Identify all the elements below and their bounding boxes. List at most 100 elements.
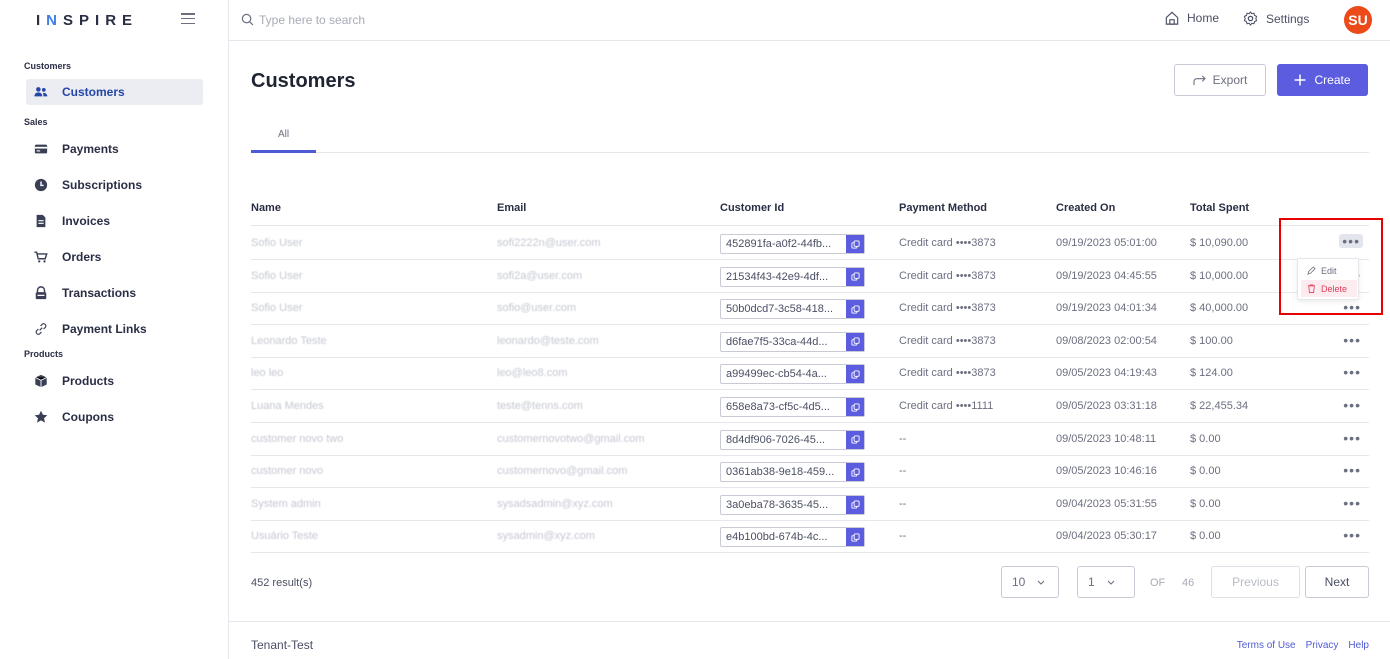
more-actions-icon[interactable]: ••• [1343,398,1361,412]
customer-id-field[interactable]: 21534f43-42e9-4df... [720,266,865,287]
column-payment-method[interactable]: Payment Method [899,202,987,214]
tab-all[interactable]: All [251,124,316,153]
footer-links: Terms of Use Privacy Help [1237,640,1369,651]
more-actions-icon[interactable]: ••• [1343,333,1361,347]
sidebar-item-label: Transactions [62,286,137,300]
hamburger-menu-icon[interactable] [181,13,195,24]
cell-payment-method: Credit card ••••3873 [899,237,996,249]
cell-total-spent: $ 0.00 [1190,530,1221,543]
table-row[interactable]: Sofio User sofi2a@user.com Credit card •••… [251,260,1369,293]
cell-payment-method: -- [899,465,907,478]
search-input[interactable] [259,10,559,30]
more-actions-icon[interactable]: ••• [1343,528,1361,542]
customer-id-field[interactable]: 3a0eba78-3635-45... [720,494,865,515]
customer-id-field[interactable]: 8d4df906-7026-45... [720,429,865,450]
next-button[interactable]: Next [1305,566,1369,598]
document-icon [36,214,46,228]
column-created-on[interactable]: Created On [1056,202,1115,214]
sidebar-item-invoices[interactable]: Invoices [26,208,203,234]
delete-menu-item[interactable]: Delete [1301,280,1357,297]
table-row[interactable]: System admin sysadsadmin@xyz.com -- 09/04/2… [251,488,1369,521]
table-row[interactable]: Sofio User sofio@user.com Credit card ••••… [251,292,1369,326]
table-row[interactable]: Sofio User sofi2222n@user.com Credit card … [251,227,1369,260]
customer-id-field[interactable]: d6fae7f5-33ca-44d... [720,331,865,352]
more-actions-icon[interactable]: ••• [1343,496,1361,510]
copy-button[interactable] [846,300,864,319]
column-total-spent[interactable]: Total Spent [1190,202,1249,214]
customer-id-field[interactable]: 658e8a73-cf5c-4d5... [720,397,865,417]
avatar[interactable]: SU [1344,6,1372,34]
cell-total-spent: $ 22,455.34 [1190,400,1249,412]
home-link[interactable]: Home [1165,11,1219,25]
copy-button[interactable] [846,332,864,351]
page-size-select[interactable]: 10 [1001,566,1059,598]
copy-icon [850,402,860,412]
cell-total-spent: $ 0.00 [1190,465,1221,478]
customer-id-field[interactable]: a99499ec-cb54-4a... [720,364,865,385]
help-link[interactable]: Help [1348,640,1369,651]
sidebar-item-orders[interactable]: Orders [26,244,203,270]
copy-button[interactable] [846,398,864,416]
copy-button[interactable] [846,528,864,547]
customer-id-value: 50b0dcd7-3c58-418... [726,303,834,316]
privacy-link[interactable]: Privacy [1306,640,1339,651]
copy-button[interactable] [846,365,864,384]
customer-id-field[interactable]: 50b0dcd7-3c58-418... [720,299,865,320]
page-number-select[interactable]: 1 [1077,566,1135,598]
copy-button[interactable] [846,267,864,286]
customer-id-value: d6fae7f5-33ca-44d... [726,335,828,348]
table-row[interactable]: Usuário Teste sysadmin@xyz.com -- 09/04/202… [251,520,1369,554]
clock-icon [34,178,48,192]
cell-name: Sofio User [251,302,303,315]
customer-id-value: 452891fa-a0f2-44fb... [726,238,832,250]
delete-label: Delete [1321,283,1348,294]
table-row[interactable]: Luana Mendes teste@tenns.com Credit card •… [251,390,1369,423]
customer-id-field[interactable]: 0361ab38-9e18-459... [720,462,865,483]
column-email[interactable]: Email [497,202,526,214]
column-name[interactable]: Name [251,202,281,214]
cell-name: System admin [251,497,321,510]
customer-id-value: a99499ec-cb54-4a... [726,368,827,381]
sidebar-item-subscriptions[interactable]: Subscriptions [26,172,203,198]
table-row[interactable]: Leonardo Teste leonardo@teste.com Credit c… [251,325,1369,358]
sidebar-item-transactions[interactable]: Transactions [26,280,203,306]
copy-button[interactable] [846,430,864,449]
settings-link[interactable]: Settings [1243,11,1309,26]
table-row[interactable]: leo leo leo@leo8.com Credit card ••••3873 0… [251,357,1369,391]
cell-email: sofi2a@user.com [497,269,583,282]
sidebar-item-customers[interactable]: Customers [26,79,203,105]
more-actions-icon[interactable]: ••• [1343,463,1361,477]
previous-button[interactable]: Previous [1211,566,1300,598]
customer-id-field[interactable]: e4b100bd-674b-4c... [720,527,865,548]
topbar: Home Settings SU [229,0,1390,41]
cell-name: customer novo two [251,432,344,445]
star-icon [34,410,48,423]
terms-link[interactable]: Terms of Use [1237,640,1296,651]
sidebar-item-payments[interactable]: Payments [26,136,203,162]
copy-icon [850,533,860,542]
section-customers: Customers [24,61,72,71]
settings-label: Settings [1266,11,1310,26]
column-customer-id[interactable]: Customer Id [720,202,784,214]
customer-id-field[interactable]: 452891fa-a0f2-44fb... [720,234,865,254]
sidebar-item-label: Subscriptions [62,178,143,192]
customer-id-value: 21534f43-42e9-4df... [726,270,829,283]
copy-button[interactable] [846,235,864,253]
edit-menu-item[interactable]: Edit [1301,262,1357,279]
sidebar-item-payment-links[interactable]: Payment Links [26,316,203,342]
copy-button[interactable] [846,495,864,514]
table-row[interactable]: customer novo customernovo@gmail.com -- 09/… [251,455,1369,489]
copy-icon [850,239,860,249]
table-row[interactable]: customer novo two customernovotwo@gmail.c… [251,423,1369,456]
more-actions-icon[interactable]: ••• [1343,365,1361,379]
export-button[interactable]: Export [1174,64,1266,96]
sidebar-item-coupons[interactable]: Coupons [26,404,203,430]
cell-name: Leonardo Teste [251,334,327,347]
copy-button[interactable] [846,463,864,482]
more-actions-icon[interactable]: ••• [1343,431,1361,445]
sidebar-nav: Customers Customers Sales Payments Subsc… [0,59,229,430]
cell-email: sysadmin@xyz.com [497,530,595,543]
sidebar-item-products[interactable]: Products [26,368,203,394]
create-button[interactable]: Create [1277,64,1368,96]
logo[interactable]: INSPIRE [36,12,138,29]
